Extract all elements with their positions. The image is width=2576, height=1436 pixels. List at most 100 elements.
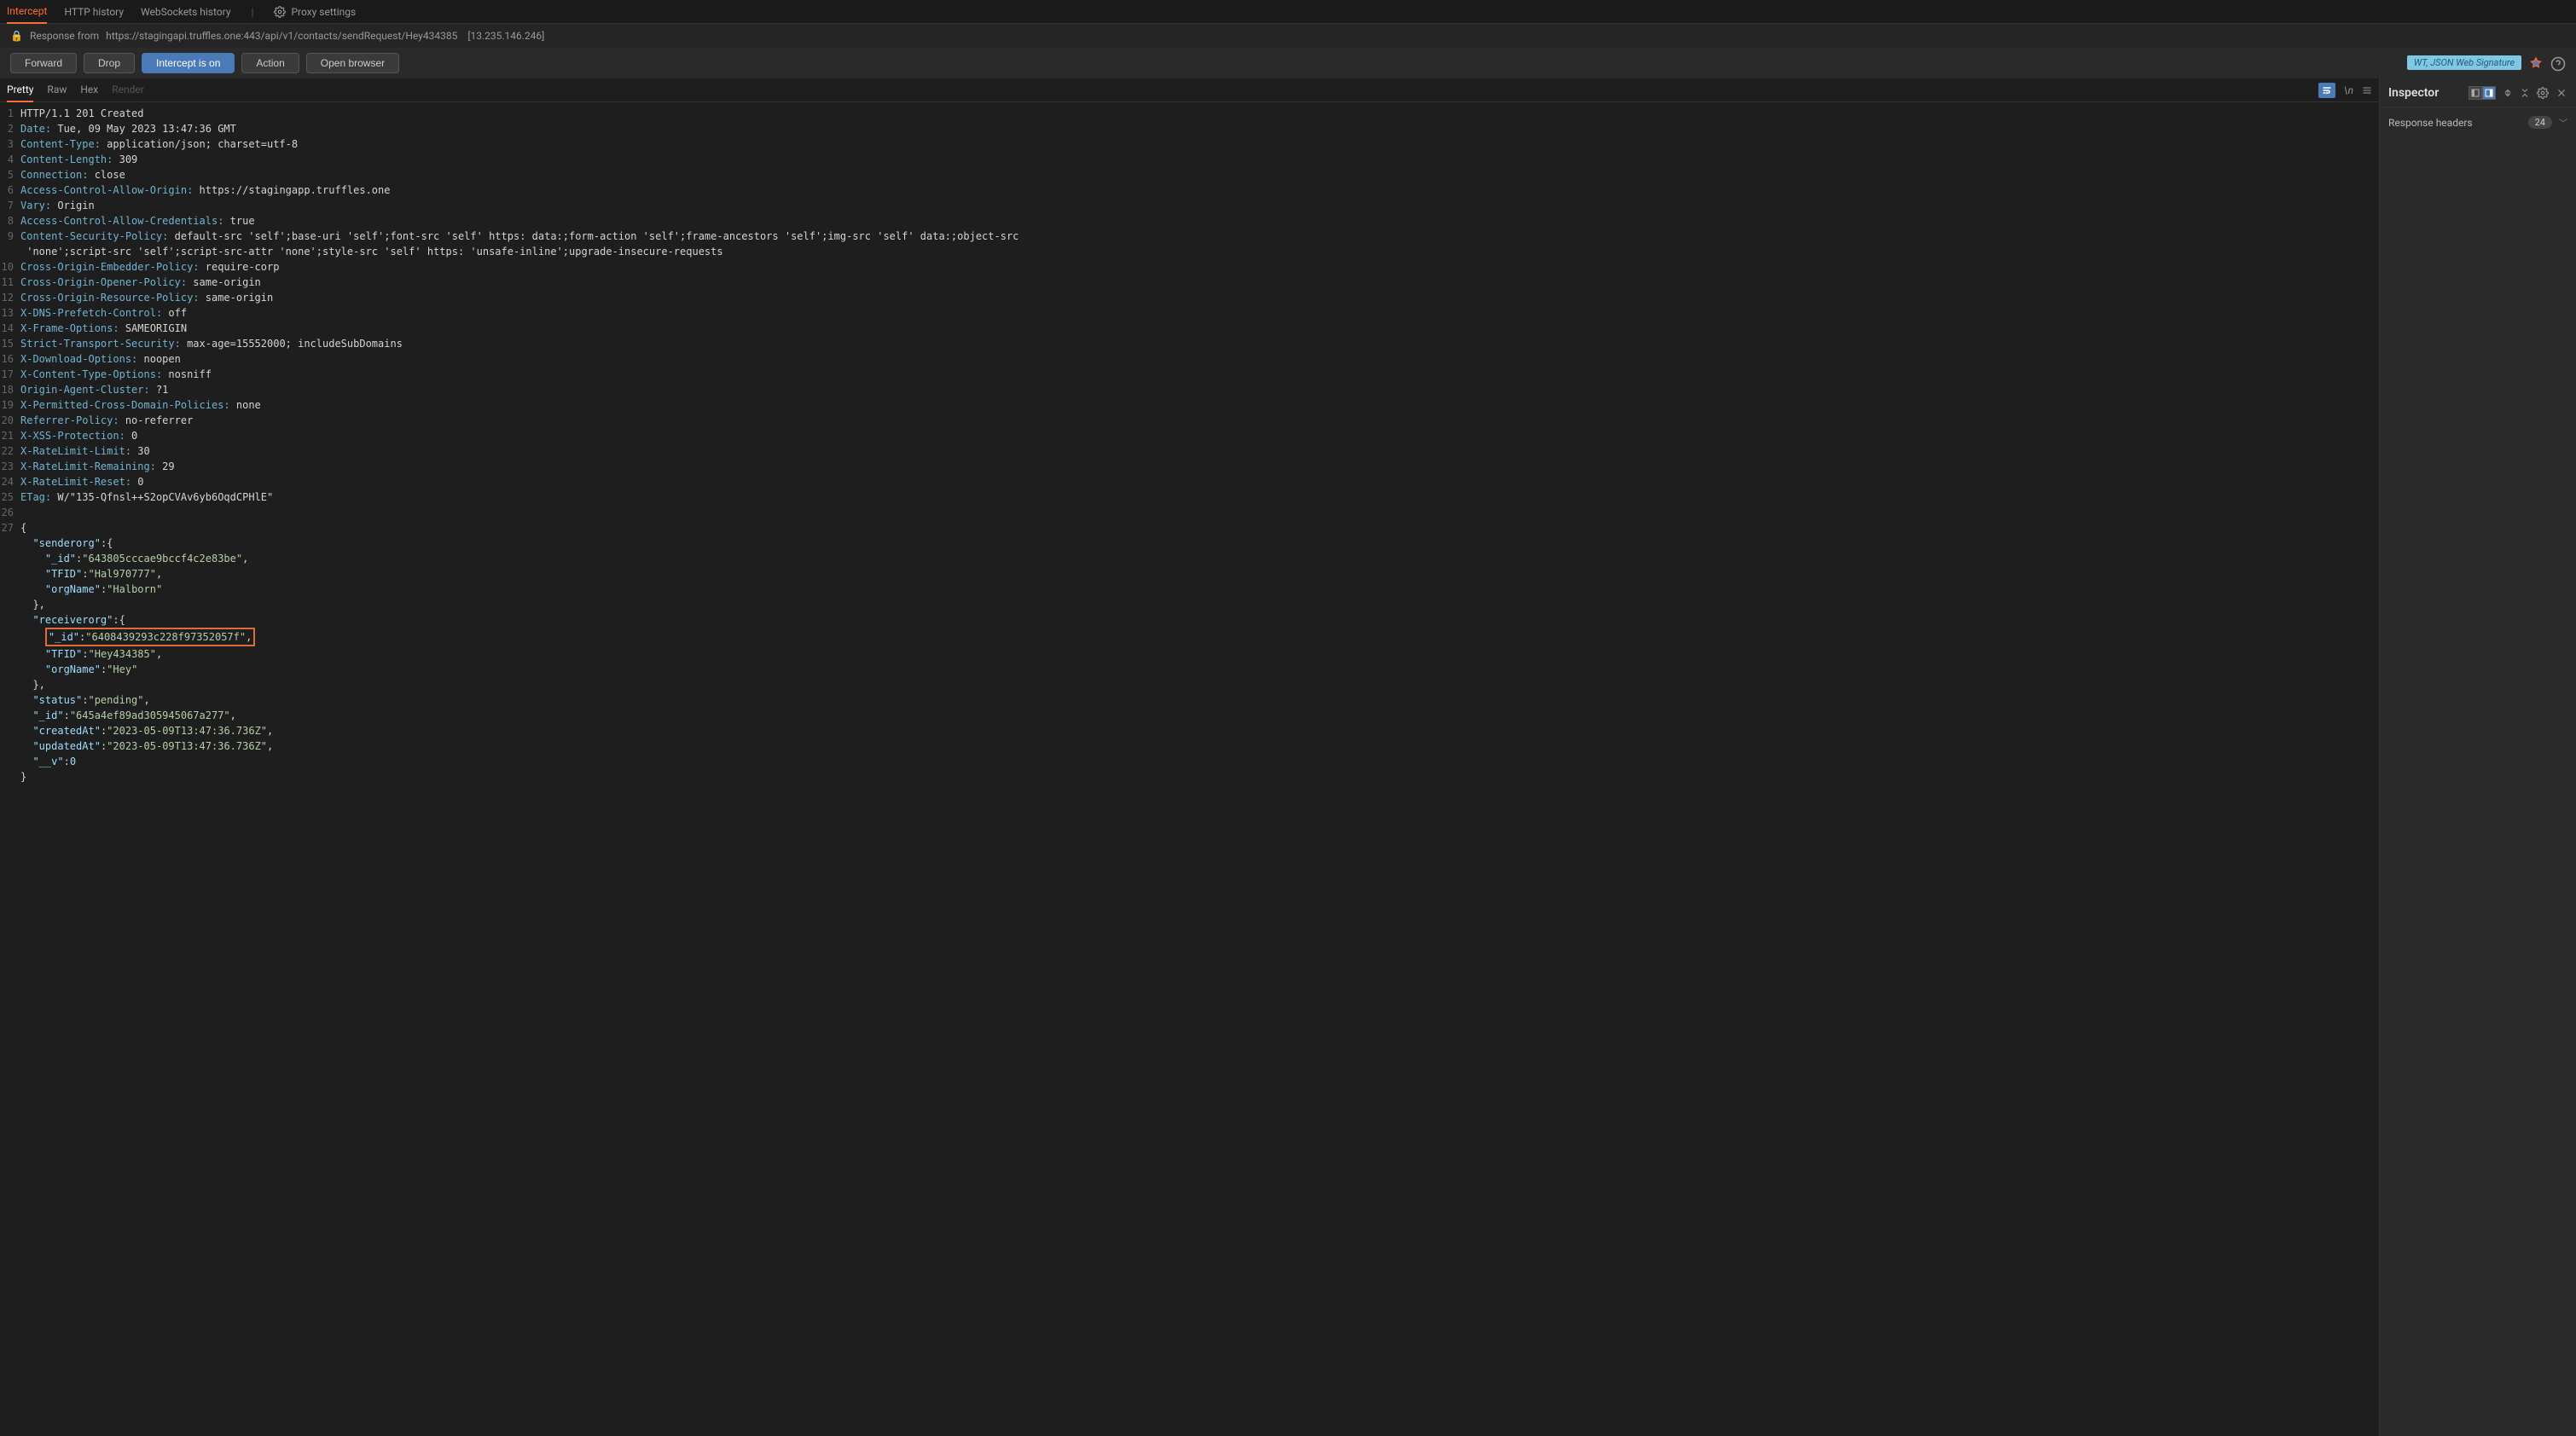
line-content: } [20, 769, 2379, 785]
code-line[interactable]: 23X-RateLimit-Remaining: 29 [0, 459, 2379, 474]
newline-icon[interactable]: \n [2344, 84, 2353, 96]
forward-button[interactable]: Forward [10, 53, 77, 73]
code-line[interactable]: 21X-XSS-Protection: 0 [0, 428, 2379, 443]
collapse-icon[interactable] [2520, 87, 2530, 99]
code-line[interactable]: 11Cross-Origin-Opener-Policy: same-origi… [0, 275, 2379, 290]
code-line[interactable]: 16X-Download-Options: noopen [0, 351, 2379, 367]
code-line[interactable]: 26 [0, 505, 2379, 520]
line-content: "_id":"645a4ef89ad305945067a277", [20, 708, 2379, 723]
line-number: 15 [0, 336, 20, 351]
view-tab-raw[interactable]: Raw [47, 78, 67, 102]
open-browser-button[interactable]: Open browser [306, 53, 399, 73]
line-number: 22 [0, 443, 20, 459]
code-line[interactable]: 17X-Content-Type-Options: nosniff [0, 367, 2379, 382]
line-content: "TFID":"Hey434385", [20, 646, 2379, 662]
close-icon[interactable] [2556, 86, 2567, 99]
wrap-toggle-icon[interactable] [2318, 83, 2335, 98]
proxy-settings[interactable]: Proxy settings [274, 6, 356, 18]
code-line[interactable]: 8Access-Control-Allow-Credentials: true [0, 213, 2379, 229]
code-line[interactable]: "orgName":"Halborn" [0, 582, 2379, 597]
view-tab-pretty[interactable]: Pretty [7, 78, 33, 102]
line-content: Content-Security-Policy: default-src 'se… [20, 229, 2379, 244]
highlighted-span: "_id":"6408439293c228f97352057f", [45, 628, 255, 646]
code-line[interactable]: 1HTTP/1.1 201 Created [0, 106, 2379, 121]
hamburger-icon[interactable] [2362, 84, 2372, 96]
expand-icon[interactable] [2503, 87, 2513, 99]
action-button[interactable]: Action [241, 53, 299, 73]
tab-intercept[interactable]: Intercept [7, 0, 47, 24]
line-content: X-DNS-Prefetch-Control: off [20, 305, 2379, 321]
code-line[interactable]: 7Vary: Origin [0, 198, 2379, 213]
code-line[interactable]: "senderorg":{ [0, 536, 2379, 551]
line-content: Cross-Origin-Embedder-Policy: require-co… [20, 259, 2379, 275]
tab-http-history[interactable]: HTTP history [64, 1, 124, 23]
code-line[interactable]: "_id":"6408439293c228f97352057f", [0, 628, 2379, 646]
code-line[interactable]: "updatedAt":"2023-05-09T13:47:36.736Z", [0, 738, 2379, 754]
line-content: "_id":"6408439293c228f97352057f", [20, 628, 2379, 646]
line-number [0, 597, 20, 612]
inspector-response-headers[interactable]: Response headers 24 ﹀ [2380, 107, 2576, 137]
code-line[interactable]: 13X-DNS-Prefetch-Control: off [0, 305, 2379, 321]
jwt-badge[interactable]: WT, JSON Web Signature [2407, 55, 2521, 70]
line-number: 14 [0, 321, 20, 336]
help-icon[interactable] [2550, 55, 2566, 72]
code-line[interactable]: }, [0, 597, 2379, 612]
line-content: Access-Control-Allow-Credentials: true [20, 213, 2379, 229]
code-line[interactable]: 14X-Frame-Options: SAMEORIGIN [0, 321, 2379, 336]
line-number [0, 738, 20, 754]
code-line[interactable]: 4Content-Length: 309 [0, 152, 2379, 167]
line-number [0, 628, 20, 646]
intercept-toggle-button[interactable]: Intercept is on [142, 53, 235, 73]
line-content: }, [20, 597, 2379, 612]
code-line[interactable]: "TFID":"Hey434385", [0, 646, 2379, 662]
line-content: "__v":0 [20, 754, 2379, 769]
code-line[interactable]: 27{ [0, 520, 2379, 536]
code-line[interactable]: 15Strict-Transport-Security: max-age=155… [0, 336, 2379, 351]
line-content: Content-Type: application/json; charset=… [20, 136, 2379, 152]
code-line[interactable]: "__v":0 [0, 754, 2379, 769]
code-line[interactable]: 2Date: Tue, 09 May 2023 13:47:36 GMT [0, 121, 2379, 136]
code-line[interactable]: 3Content-Type: application/json; charset… [0, 136, 2379, 152]
view-tab-render[interactable]: Render [112, 78, 144, 102]
code-line[interactable]: 22X-RateLimit-Limit: 30 [0, 443, 2379, 459]
code-line[interactable]: 9Content-Security-Policy: default-src 's… [0, 229, 2379, 244]
code-line[interactable]: 18Origin-Agent-Cluster: ?1 [0, 382, 2379, 397]
line-content: X-XSS-Protection: 0 [20, 428, 2379, 443]
view-tab-hex[interactable]: Hex [80, 78, 98, 102]
code-line[interactable]: 12Cross-Origin-Resource-Policy: same-ori… [0, 290, 2379, 305]
settings-gear-icon[interactable] [2537, 86, 2549, 99]
lock-icon: 🔒 [10, 30, 23, 42]
code-line[interactable]: "_id":"643805cccae9bccf4c2e83be", [0, 551, 2379, 566]
code-line[interactable]: "receiverorg":{ [0, 612, 2379, 628]
code-line[interactable]: "orgName":"Hey" [0, 662, 2379, 677]
line-number [0, 677, 20, 692]
code-line[interactable]: 6Access-Control-Allow-Origin: https://st… [0, 182, 2379, 198]
layout-toggle[interactable] [2469, 86, 2496, 100]
code-line[interactable]: 24X-RateLimit-Reset: 0 [0, 474, 2379, 489]
code-line[interactable]: 5Connection: close [0, 167, 2379, 182]
code-line[interactable]: "status":"pending", [0, 692, 2379, 708]
line-number: 9 [0, 229, 20, 244]
view-tabs: Pretty Raw Hex Render \n [0, 78, 2379, 102]
code-line[interactable]: 20Referrer-Policy: no-referrer [0, 413, 2379, 428]
line-content: { [20, 520, 2379, 536]
code-line[interactable]: 25ETag: W/"135-Qfnsl++S2opCVAv6yb6OqdCPH… [0, 489, 2379, 505]
code-line[interactable]: "TFID":"Hal970777", [0, 566, 2379, 582]
line-number: 3 [0, 136, 20, 152]
code-line[interactable]: } [0, 769, 2379, 785]
drop-button[interactable]: Drop [84, 53, 135, 73]
content-area: Pretty Raw Hex Render \n 1HTTP/1.1 201 C… [0, 78, 2380, 1436]
chevron-down-icon: ﹀ [2559, 116, 2567, 129]
code-line[interactable]: 10Cross-Origin-Embedder-Policy: require-… [0, 259, 2379, 275]
line-number: 2 [0, 121, 20, 136]
extension-icon[interactable] [2528, 55, 2544, 71]
code-line[interactable]: "createdAt":"2023-05-09T13:47:36.736Z", [0, 723, 2379, 738]
line-content: X-RateLimit-Reset: 0 [20, 474, 2379, 489]
code-line[interactable]: }, [0, 677, 2379, 692]
code-area[interactable]: 1HTTP/1.1 201 Created2Date: Tue, 09 May … [0, 102, 2379, 1436]
tab-websockets-history[interactable]: WebSockets history [141, 1, 230, 23]
code-line[interactable]: "_id":"645a4ef89ad305945067a277", [0, 708, 2379, 723]
code-line[interactable]: 'none';script-src 'self';script-src-attr… [0, 244, 2379, 259]
line-content: Content-Length: 309 [20, 152, 2379, 167]
code-line[interactable]: 19X-Permitted-Cross-Domain-Policies: non… [0, 397, 2379, 413]
